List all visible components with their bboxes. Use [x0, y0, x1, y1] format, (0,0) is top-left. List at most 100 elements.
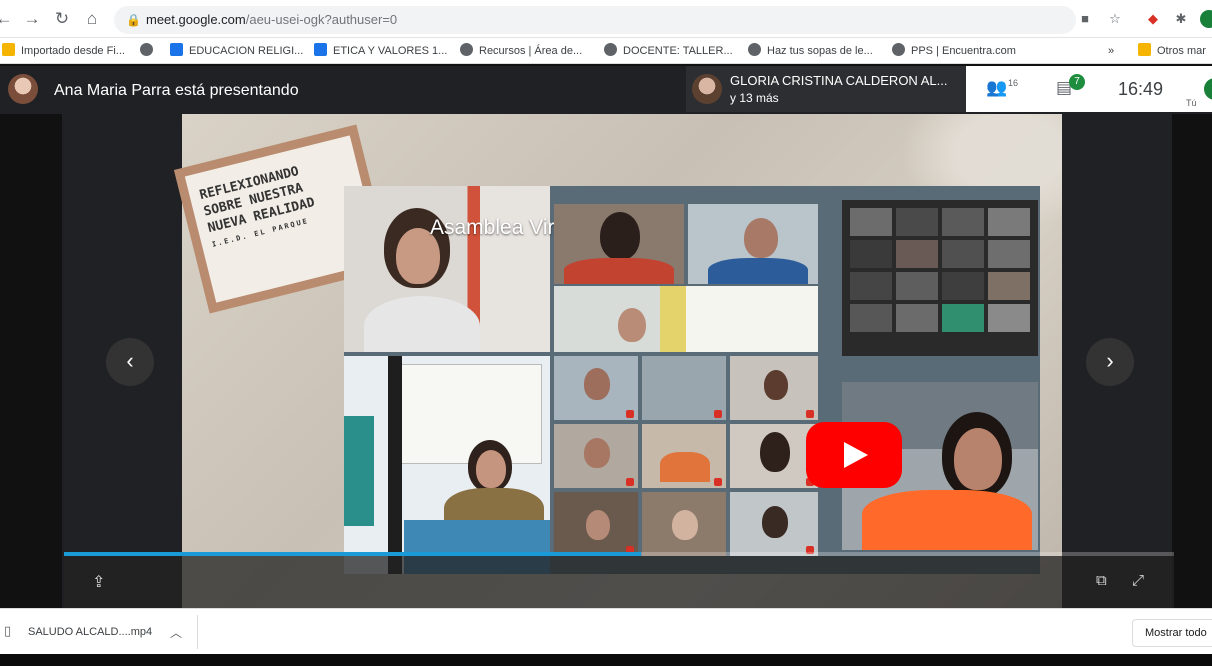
back-arrow-icon[interactable]: ←	[0, 9, 14, 29]
bookmark-label: Haz tus sopas de le...	[767, 45, 873, 57]
previous-slide-button[interactable]: ‹	[106, 338, 154, 386]
bookmark-item[interactable]: Importado desde Fi...	[2, 42, 125, 60]
participant-grid	[842, 200, 1038, 356]
video-tile	[730, 424, 818, 488]
browser-toolbar: ← → ↻ ⌂ 🔒 meet.google.com/aeu-usei-ogk?a…	[0, 0, 1212, 38]
folder-icon	[2, 43, 15, 56]
participant-face	[762, 506, 788, 538]
grid-cell	[942, 208, 984, 236]
grid-cell	[896, 240, 938, 268]
mute-icon	[626, 478, 634, 486]
bookmarks-bar: Importado desde Fi... EDUCACION RELIGI..…	[0, 38, 1212, 64]
participant-body	[564, 258, 674, 284]
bookmark-item[interactable]: DOCENTE: TALLER...	[604, 42, 733, 60]
chevron-up-icon[interactable]: ︿	[170, 624, 184, 640]
bookmark-label: ETICA Y VALORES 1...	[333, 45, 448, 57]
share-icon[interactable]: ⇪	[92, 572, 112, 592]
video-tile	[344, 186, 550, 352]
yellow-panel	[660, 286, 686, 352]
grid-cell	[988, 208, 1030, 236]
people-count: 16	[1008, 78, 1019, 88]
presentation-stage: REFLEXIONANDO SOBRE NUESTRA NUEVA REALID…	[0, 114, 1212, 608]
standing-person	[344, 416, 374, 526]
bookmark-label: EDUCACION RELIGI...	[189, 45, 304, 57]
fullscreen-icon[interactable]: ⤢	[1132, 572, 1152, 592]
participant-tile[interactable]: GLORIA CRISTINA CALDERON AL... y 13 más	[686, 66, 966, 112]
participant-name: GLORIA CRISTINA CALDERON AL...	[730, 73, 948, 88]
bookmark-item[interactable]: PPS | Encuentra.com	[892, 42, 1016, 60]
other-bookmarks[interactable]: Otros mar	[1138, 42, 1206, 60]
participant-body	[862, 490, 1032, 550]
participant-more: y 13 más	[730, 91, 779, 105]
participant-face	[584, 438, 610, 468]
show-all-downloads-button[interactable]: Mostrar todo	[1132, 619, 1212, 647]
you-label: Tú	[1186, 98, 1197, 108]
video-tile	[660, 286, 818, 352]
bookmark-item[interactable]: EDUCACION RELIGI...	[170, 42, 303, 60]
participant-face	[744, 218, 778, 258]
chevron-right-icon: ›	[1106, 348, 1114, 373]
globe-icon	[748, 43, 761, 56]
video-tile	[554, 424, 638, 488]
embedded-video[interactable]: Asamblea Virtual	[344, 186, 1040, 574]
download-bar: ▯ SALUDO ALCALD....mp4 ︿ Mostrar todo	[0, 608, 1212, 654]
home-icon[interactable]: ⌂	[82, 9, 102, 29]
taskbar-strip	[0, 654, 1212, 666]
slide-background: REFLEXIONANDO SOBRE NUESTRA NUEVA REALID…	[182, 114, 1062, 608]
grid-cell	[988, 240, 1030, 268]
next-slide-button[interactable]: ›	[1086, 338, 1134, 386]
participant-body	[364, 296, 480, 352]
forward-arrow-icon[interactable]: →	[22, 9, 42, 29]
doc-icon	[170, 43, 183, 56]
presenting-status: Ana Maria Parra está presentando	[54, 82, 299, 99]
profile-avatar[interactable]	[1200, 10, 1212, 28]
globe-icon	[140, 43, 153, 56]
url-path: /aeu-usei-ogk?authuser=0	[245, 12, 398, 27]
word-icon	[314, 43, 327, 56]
participant-face	[672, 510, 698, 540]
bookmark-label: Importado desde Fi...	[21, 45, 125, 57]
lock-icon: 🔒	[126, 13, 141, 27]
bookmark-item[interactable]: Haz tus sopas de le...	[748, 42, 873, 60]
mute-icon	[714, 410, 722, 418]
play-button[interactable]	[806, 422, 902, 488]
bookmark-item[interactable]: Recursos | Área de...	[460, 42, 582, 60]
video-tile	[642, 424, 726, 488]
mute-icon	[626, 410, 634, 418]
participant-body	[660, 452, 710, 482]
bookmark-label: DOCENTE: TALLER...	[623, 45, 733, 57]
bookmark-item[interactable]	[140, 42, 159, 60]
bookmark-label: Recursos | Área de...	[479, 45, 583, 57]
video-tile	[730, 492, 818, 556]
shield-extension-icon[interactable]: ◆	[1144, 10, 1162, 28]
participant-avatar	[692, 74, 722, 104]
participant-face	[476, 450, 506, 488]
participant-face	[618, 308, 646, 342]
camera-icon[interactable]: ■	[1076, 10, 1094, 28]
bookmarks-overflow-button[interactable]: »	[1108, 42, 1114, 60]
star-icon[interactable]: ☆	[1106, 10, 1124, 28]
globe-icon	[892, 43, 905, 56]
slide-title-text: REFLEXIONANDO SOBRE NUESTRA NUEVA REALID…	[198, 161, 321, 253]
picture-in-picture-icon[interactable]: ⧉	[1096, 572, 1116, 592]
grid-cell	[896, 208, 938, 236]
reload-icon[interactable]: ↻	[52, 9, 72, 29]
participant-face	[584, 368, 610, 400]
chevron-left-icon: ‹	[126, 348, 134, 373]
bookmark-label: PPS | Encuentra.com	[911, 45, 1016, 57]
participant-body	[708, 258, 808, 284]
bookmark-item[interactable]: ETICA Y VALORES 1...	[314, 42, 447, 60]
whiteboard	[392, 364, 542, 464]
puzzle-icon[interactable]: ✱	[1172, 10, 1190, 28]
grid-cell	[850, 272, 892, 300]
video-tile	[554, 204, 684, 284]
grid-cell	[942, 240, 984, 268]
participant-face	[586, 510, 610, 540]
self-avatar[interactable]	[1204, 78, 1212, 100]
download-item[interactable]: ▯ SALUDO ALCALD....mp4 ︿	[0, 615, 198, 649]
mute-icon	[714, 478, 722, 486]
address-bar[interactable]: 🔒 meet.google.com/aeu-usei-ogk?authuser=…	[114, 6, 1076, 34]
video-tile	[688, 204, 818, 284]
grid-cell	[896, 272, 938, 300]
url-host: meet.google.com	[146, 12, 246, 27]
